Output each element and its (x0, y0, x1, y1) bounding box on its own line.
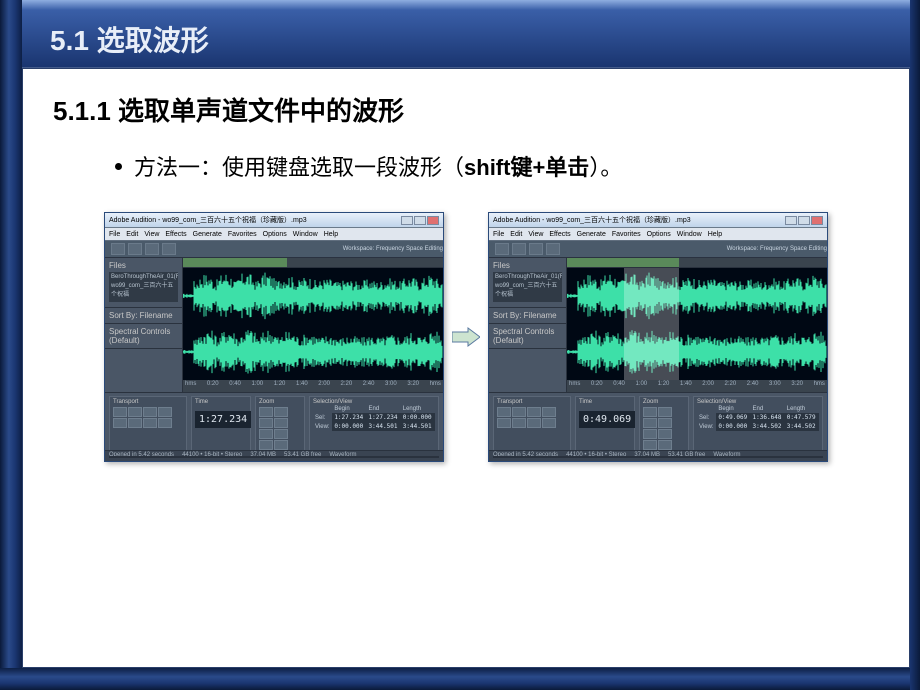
arrow-right-icon (452, 326, 480, 348)
screenshot-before: Adobe Audition - wo99_com_三百六十五个祝福（珍藏版）.… (104, 212, 444, 462)
slide-header: 5.1 选取波形 (22, 10, 910, 68)
bullet-text: 方法一：使用键盘选取一段波形（shift键+单击）。 (134, 150, 622, 182)
bullet-item: 方法一：使用键盘选取一段波形（shift键+单击）。 (115, 150, 879, 182)
figure-row: Adobe Audition - wo99_com_三百六十五个祝福（珍藏版）.… (53, 212, 879, 462)
slide-content: 5.1.1 选取单声道文件中的波形 方法一：使用键盘选取一段波形（shift键+… (22, 68, 910, 668)
screenshot-after: Adobe Audition - wo99_com_三百六十五个祝福（珍藏版）.… (488, 212, 828, 462)
bullet-dot-icon (115, 163, 122, 170)
section-title: 5.1 选取波形 (50, 19, 209, 59)
sub-heading: 5.1.1 选取单声道文件中的波形 (53, 91, 879, 128)
